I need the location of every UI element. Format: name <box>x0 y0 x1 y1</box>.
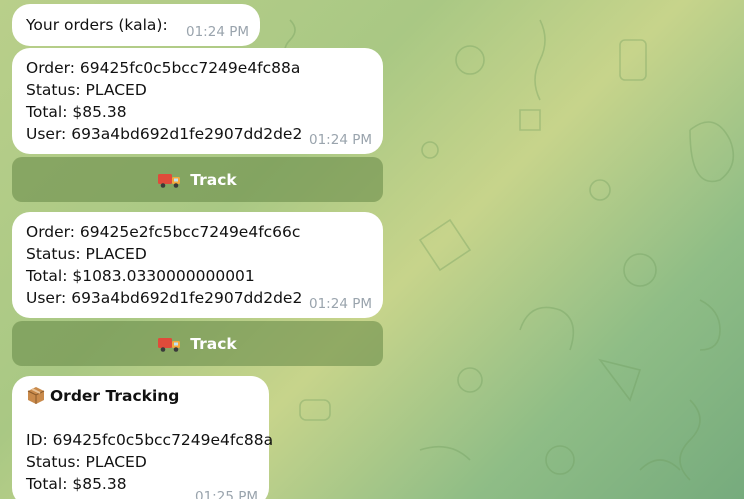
tracking-title-text: Order Tracking <box>50 387 180 405</box>
message-bubble-order-tracking: Order Tracking ID: 69425fc0c5bcc7249e4fc… <box>12 376 274 499</box>
track-button-label: Track <box>190 334 237 353</box>
order-status: Status: PLACED <box>26 245 147 263</box>
track-button[interactable]: Track <box>12 157 383 202</box>
package-icon <box>27 387 45 404</box>
tracking-id: ID: 69425fc0c5bcc7249e4fc88a <box>26 431 274 449</box>
order-status: Status: PLACED <box>26 81 147 99</box>
tracking-title: Order Tracking <box>26 385 255 407</box>
track-button-label: Track <box>190 170 237 189</box>
message-bubble-order: Order: 69425e2fc5bcc7249e4fc66c Status: … <box>12 212 383 318</box>
order-id: Order: 69425e2fc5bcc7249e4fc66c <box>26 223 301 241</box>
order-id: Order: 69425fc0c5bcc7249e4fc88a <box>26 59 301 77</box>
message-timestamp: 01:25 PM <box>195 489 258 499</box>
tracking-status: Status: PLACED <box>26 453 147 471</box>
truck-icon <box>158 173 181 188</box>
track-button[interactable]: Track <box>12 321 383 366</box>
message-timestamp: 01:24 PM <box>309 132 372 148</box>
message-bubble-order: Order: 69425fc0c5bcc7249e4fc88a Status: … <box>12 48 383 154</box>
order-total: Total: $1083.0330000000001 <box>26 267 255 285</box>
message-timestamp: 01:24 PM <box>186 24 249 40</box>
truck-icon <box>158 337 181 352</box>
message-bubble-orders-header: Your orders (kala): 01:24 PM <box>12 4 260 46</box>
order-total: Total: $85.38 <box>26 103 127 121</box>
message-timestamp: 01:24 PM <box>309 296 372 312</box>
